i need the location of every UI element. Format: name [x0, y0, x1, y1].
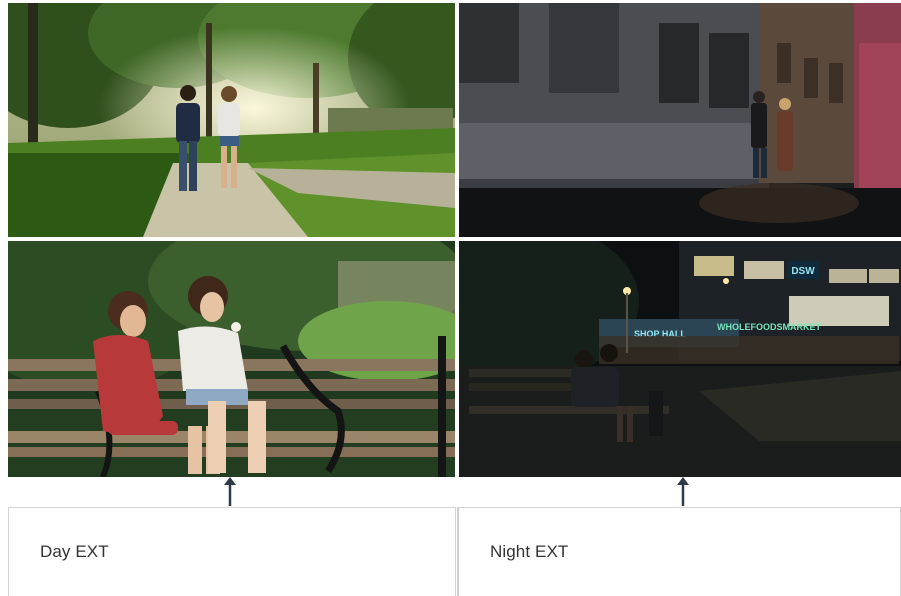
night-label-box: Night EXT — [457, 507, 901, 596]
day-walk-frame — [8, 3, 455, 237]
night-walk-frame — [459, 3, 901, 237]
market-sign: WHOLEFOODSMARKET — [717, 322, 821, 332]
night-bench-image: DSW SHOP HALL WHOLEFOODSMARKET — [459, 241, 901, 477]
night-walk-image — [459, 3, 901, 237]
day-walk-image — [8, 3, 455, 237]
dsw-sign: DSW — [791, 266, 815, 277]
arrow-up-icon — [677, 477, 689, 506]
day-bench-image — [8, 241, 455, 477]
arrow-up-icon — [224, 477, 236, 506]
day-ext-label: Day EXT — [40, 542, 109, 561]
night-ext-label: Night EXT — [490, 542, 569, 561]
day-bench-frame — [8, 241, 455, 477]
night-bench-frame: DSW SHOP HALL WHOLEFOODSMARKET — [459, 241, 901, 477]
day-label-box: Day EXT — [8, 507, 456, 596]
